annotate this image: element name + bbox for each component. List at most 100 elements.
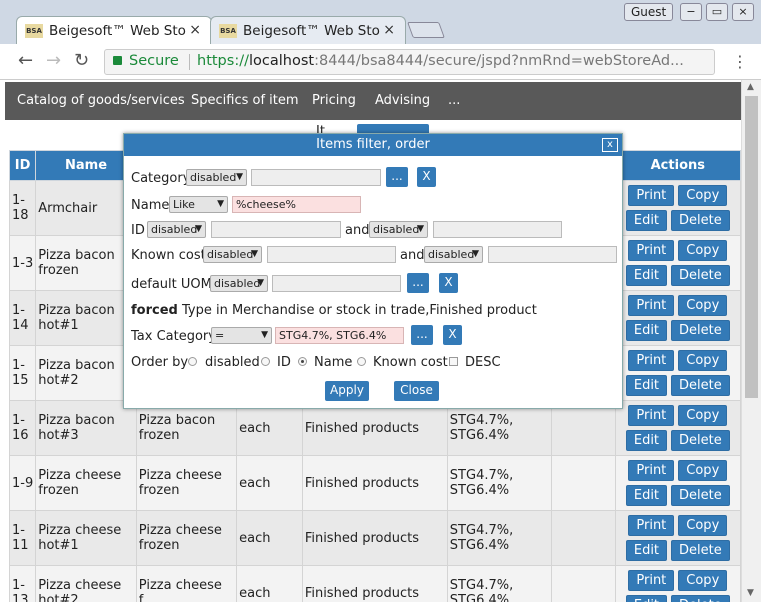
order-disabled-radio[interactable] (188, 357, 197, 366)
cost-operator2-select[interactable]: disabled ▼ (424, 246, 483, 263)
nav-specifics[interactable]: Specifics of item (191, 93, 299, 108)
edit-button[interactable]: Edit (625, 595, 668, 602)
order-id-radio[interactable] (261, 357, 270, 366)
uom-input[interactable] (272, 275, 401, 292)
print-button[interactable]: Print (628, 515, 675, 536)
edit-button[interactable]: Edit (625, 265, 668, 286)
main-nav: Catalog of goods/services Specifics of i… (5, 82, 741, 120)
name-operator-select[interactable]: Like ▼ (169, 196, 228, 213)
uom-clear-button[interactable]: X (439, 273, 458, 293)
close-button[interactable]: Close (394, 381, 439, 401)
id-input-2[interactable] (433, 221, 562, 238)
row-name: Pizza bacon hot#1 (35, 290, 137, 346)
dialog-title: Items filter, order (124, 134, 622, 156)
new-tab-button[interactable] (407, 22, 445, 38)
delete-button[interactable]: Delete (671, 375, 730, 396)
browser-tab-1[interactable]: BSA Beigesoft™ Web Sto × (16, 16, 212, 44)
edit-button[interactable]: Edit (625, 320, 668, 341)
cost-operator1-select[interactable]: disabled ▼ (203, 246, 262, 263)
print-button[interactable]: Print (628, 570, 675, 591)
maximize-icon[interactable]: ▭ (706, 3, 728, 21)
copy-button[interactable]: Copy (678, 405, 728, 426)
col-id[interactable]: ID (8, 150, 37, 181)
scroll-down-icon[interactable]: ▼ (747, 588, 754, 598)
nav-more[interactable]: ... (448, 93, 460, 108)
row-cost (551, 510, 616, 566)
delete-button[interactable]: Delete (671, 540, 730, 561)
browser-tab-2[interactable]: BSA Beigesoft™ Web Sto × (210, 16, 406, 44)
tax-category-label: Tax Category (131, 329, 216, 344)
delete-button[interactable]: Delete (671, 265, 730, 286)
nav-catalog[interactable]: Catalog of goods/services (17, 93, 185, 108)
edit-button[interactable]: Edit (625, 540, 668, 561)
order-name-radio[interactable] (298, 357, 307, 366)
tax-operator-select[interactable]: = ▼ (211, 327, 272, 344)
uom-pick-button[interactable]: ... (407, 273, 429, 293)
category-input[interactable] (251, 169, 381, 186)
edit-button[interactable]: Edit (625, 375, 668, 396)
category-pick-button[interactable]: ... (386, 167, 408, 187)
category-operator-select[interactable]: disabled ▼ (186, 169, 247, 186)
order-cost-radio[interactable] (357, 357, 366, 366)
id-operator2-select[interactable]: disabled ▼ (369, 221, 428, 238)
print-button[interactable]: Print (628, 460, 675, 481)
tax-category-input[interactable]: STG4.7%, STG6.4% (275, 327, 404, 344)
desc-checkbox[interactable] (449, 357, 458, 366)
delete-button[interactable]: Delete (671, 485, 730, 506)
scroll-up-icon[interactable]: ▲ (747, 82, 754, 92)
cost-input-1[interactable] (267, 246, 396, 263)
row-id: 1- 18 (8, 180, 37, 236)
address-bar[interactable]: Secure https://localhost:8444/bsa8444/se… (104, 49, 715, 75)
row-category: Pizza cheese frozen (135, 510, 238, 566)
delete-button[interactable]: Delete (671, 430, 730, 451)
uom-operator-select[interactable]: disabled ▼ (210, 275, 268, 292)
copy-button[interactable]: Copy (678, 570, 728, 591)
copy-button[interactable]: Copy (678, 515, 728, 536)
nav-pricing[interactable]: Pricing (312, 93, 356, 108)
minimize-icon[interactable]: − (680, 3, 702, 21)
tax-pick-button[interactable]: ... (411, 325, 433, 345)
back-icon[interactable]: ← (18, 50, 33, 71)
edit-button[interactable]: Edit (625, 430, 668, 451)
tab-close-icon[interactable]: × (383, 22, 395, 38)
delete-button[interactable]: Delete (671, 320, 730, 341)
id-input-1[interactable] (211, 221, 341, 238)
category-clear-button[interactable]: X (417, 167, 436, 187)
browser-menu-icon[interactable]: ⋮ (732, 52, 748, 71)
delete-button[interactable]: Delete (671, 595, 730, 602)
col-name[interactable]: Name (35, 150, 137, 181)
copy-button[interactable]: Copy (678, 350, 728, 371)
print-button[interactable]: Print (628, 405, 675, 426)
id-operator1-select[interactable]: disabled ▼ (147, 221, 206, 238)
nav-advising[interactable]: Advising (375, 93, 430, 108)
guest-profile-button[interactable]: Guest (624, 3, 674, 21)
delete-button[interactable]: Delete (671, 210, 730, 231)
tax-clear-button[interactable]: X (443, 325, 462, 345)
window-close-icon[interactable]: × (732, 3, 754, 21)
browser-toolbar: ← → ↻ Secure https://localhost:8444/bsa8… (0, 44, 761, 80)
print-button[interactable]: Print (628, 240, 675, 261)
apply-button[interactable]: Apply (325, 381, 369, 401)
tab-close-icon[interactable]: × (189, 22, 201, 38)
edit-button[interactable]: Edit (625, 485, 668, 506)
row-actions: PrintCopy EditDelete (614, 455, 741, 511)
copy-button[interactable]: Copy (678, 185, 728, 206)
cost-input-2[interactable] (488, 246, 617, 263)
reload-icon[interactable]: ↻ (74, 50, 89, 71)
print-button[interactable]: Print (628, 350, 675, 371)
dialog-close-icon[interactable]: x (602, 138, 618, 152)
name-label: Name (131, 198, 170, 213)
copy-button[interactable]: Copy (678, 460, 728, 481)
copy-button[interactable]: Copy (678, 295, 728, 316)
order-by-label: Order by (131, 355, 189, 370)
row-uom: each (236, 565, 303, 602)
name-input[interactable]: %cheese% (232, 196, 361, 213)
print-button[interactable]: Print (628, 185, 675, 206)
edit-button[interactable]: Edit (625, 210, 668, 231)
copy-button[interactable]: Copy (678, 240, 728, 261)
page-scrollbar[interactable]: ▲ ▼ (741, 80, 761, 602)
scroll-thumb[interactable] (745, 96, 758, 398)
print-button[interactable]: Print (628, 295, 675, 316)
order-cost-label: Known cost (373, 355, 448, 370)
forward-icon[interactable]: → (46, 50, 61, 71)
